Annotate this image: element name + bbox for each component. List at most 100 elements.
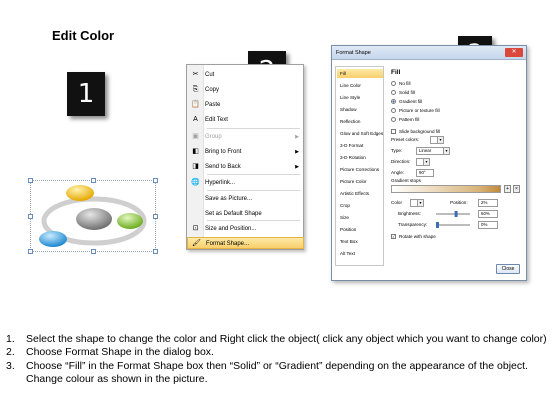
sidebar-item-line-color[interactable]: Line Color xyxy=(337,81,383,90)
resize-handle[interactable] xyxy=(153,178,158,183)
paste-icon: 📋 xyxy=(191,101,200,108)
context-menu: ✂ Cut ⎘ Copy 📋 Paste A Edit Text ▣ Group ▶ ◧ Bring t… xyxy=(186,64,304,250)
resize-handle[interactable] xyxy=(91,178,96,183)
menu-item-set-as-default-shape[interactable]: Set as Default Shape xyxy=(187,208,304,220)
menu-item-format-shape[interactable]: 🖌 Format Shape... xyxy=(187,237,304,249)
gradient-stops-label: Gradient stops xyxy=(391,178,421,183)
menu-separator xyxy=(207,174,300,175)
instruction-text: Choose Format Shape in the dialog box. xyxy=(26,346,214,359)
hyperlink-icon: 🌐 xyxy=(191,179,200,186)
edit-text-icon: A xyxy=(193,116,198,123)
instructions-list: 1. Select the shape to change the color a… xyxy=(6,333,554,386)
brightness-value: 60% xyxy=(481,211,490,216)
sidebar-item-crop[interactable]: Crop xyxy=(337,201,383,210)
step-1-badge: 1 xyxy=(67,72,105,116)
sidebar-item-3-d-rotation[interactable]: 3-D Rotation xyxy=(337,153,383,162)
menu-item-label: Hyperlink... xyxy=(205,180,236,186)
slider-thumb[interactable] xyxy=(454,211,458,217)
sidebar-item-size[interactable]: Size xyxy=(337,213,383,222)
menu-item-copy[interactable]: ⎘ Copy xyxy=(187,84,304,96)
resize-handle[interactable] xyxy=(28,249,33,254)
type-label: Type: xyxy=(391,148,403,153)
type-dropdown[interactable]: Linear ▾ xyxy=(416,147,450,155)
position-value: 2% xyxy=(481,200,488,205)
fill-option-picture-or-texture-fill[interactable]: Picture or texture fill xyxy=(391,107,440,114)
bring-to-front-icon: ◧ xyxy=(192,148,199,155)
cycle-diagram-graphic xyxy=(39,185,147,247)
color-picker-dropdown[interactable]: ▾ xyxy=(410,199,424,207)
fill-option-pattern-fill[interactable]: Pattern fill xyxy=(391,116,419,123)
close-icon[interactable]: ✕ xyxy=(505,48,523,57)
menu-item-send-to-back[interactable]: ◨ Send to Back ▶ xyxy=(187,161,304,173)
instruction-item: 3. Choose “Fill” in the Format Shape box … xyxy=(6,360,554,387)
brightness-slider[interactable] xyxy=(436,210,470,218)
menu-item-label: Copy xyxy=(205,87,220,93)
rotate-with-shape-checkbox[interactable]: ✓ Rotate with shape xyxy=(391,233,436,240)
color-label: Color xyxy=(391,200,402,205)
fill-option-solid-fill[interactable]: Solid fill xyxy=(391,89,415,96)
menu-item-cut[interactable]: ✂ Cut xyxy=(187,69,304,81)
resize-handle[interactable] xyxy=(153,249,158,254)
dialog-title: Format Shape xyxy=(332,46,526,60)
sidebar-item-artistic-effects[interactable]: Artistic Effects xyxy=(337,189,383,198)
sidebar-item-shadow[interactable]: Shadow xyxy=(337,105,383,114)
menu-item-label: Paste xyxy=(205,102,221,108)
fill-option-label: Solid fill xyxy=(399,90,415,95)
brightness-input[interactable]: 60% xyxy=(478,210,498,218)
add-stop-button[interactable]: + xyxy=(504,185,511,193)
position-label: Position: xyxy=(450,200,468,205)
angle-input[interactable]: 90° xyxy=(416,169,434,177)
menu-item-size-and-position[interactable]: ⊡ Size and Position... xyxy=(187,223,304,235)
slide-background-fill-checkbox[interactable]: Slide background fill xyxy=(391,128,440,135)
position-input[interactable]: 2% xyxy=(478,199,498,207)
direction-label: Direction: xyxy=(391,159,411,164)
gradient-stops-bar[interactable] xyxy=(391,185,501,193)
sidebar-item-position[interactable]: Position xyxy=(337,225,383,234)
scissors-icon: ✂ xyxy=(192,71,199,78)
menu-separator xyxy=(207,128,300,129)
direction-dropdown[interactable]: ▾ xyxy=(416,158,430,166)
instruction-number: 1. xyxy=(6,333,15,345)
remove-stop-button[interactable]: × xyxy=(513,185,520,193)
instruction-item: 1. Select the shape to change the color a… xyxy=(6,333,554,346)
resize-handle[interactable] xyxy=(153,214,158,219)
size-position-icon: ⊡ xyxy=(192,225,199,232)
preset-colors-dropdown[interactable]: ▾ xyxy=(430,136,444,144)
selected-shape[interactable] xyxy=(28,178,158,254)
menu-item-hyperlink[interactable]: 🌐 Hyperlink... xyxy=(187,177,304,189)
sidebar-item-text-box[interactable]: Text Box xyxy=(337,237,383,246)
menu-item-group[interactable]: ▣ Group ▶ xyxy=(187,131,304,143)
radio-selected-icon xyxy=(391,99,396,105)
menu-item-label: Set as Default Shape xyxy=(205,211,262,217)
instruction-text: Choose “Fill” in the Format Shape box th… xyxy=(26,359,528,385)
sidebar-item-picture-color[interactable]: Picture Color xyxy=(337,177,383,186)
sidebar-item-picture-corrections[interactable]: Picture Corrections xyxy=(337,165,383,174)
fill-option-no-fill[interactable]: No fill xyxy=(391,80,411,87)
menu-item-edit-text[interactable]: A Edit Text xyxy=(187,114,304,126)
fill-option-gradient-fill[interactable]: Gradient fill xyxy=(391,98,422,105)
copy-icon: ⎘ xyxy=(192,86,199,93)
resize-handle[interactable] xyxy=(28,178,33,183)
menu-item-label: Save as Picture... xyxy=(205,196,253,202)
transparency-input[interactable]: 0% xyxy=(478,221,498,229)
sidebar-item-3-d-format[interactable]: 3-D Format xyxy=(337,141,383,150)
chevron-down-icon: ▾ xyxy=(423,159,429,165)
checkbox-icon xyxy=(391,129,396,135)
menu-item-save-as-picture[interactable]: Save as Picture... xyxy=(187,193,304,205)
menu-item-paste[interactable]: 📋 Paste xyxy=(187,99,304,111)
page-title: Edit Color xyxy=(52,28,115,43)
transparency-slider[interactable] xyxy=(436,221,470,229)
sidebar-item-line-style[interactable]: Line Style xyxy=(337,93,383,102)
close-button[interactable]: Close xyxy=(496,264,520,274)
menu-item-bring-to-front[interactable]: ◧ Bring to Front ▶ xyxy=(187,146,304,158)
slider-thumb[interactable] xyxy=(436,222,439,228)
resize-handle[interactable] xyxy=(28,214,33,219)
instruction-item: 2. Choose Format Shape in the dialog box. xyxy=(6,346,554,359)
sidebar-item-reflection[interactable]: Reflection xyxy=(337,117,383,126)
sidebar-item-fill[interactable]: Fill xyxy=(337,69,383,78)
angle-label: Angle: xyxy=(391,170,405,175)
sidebar-item-alt-text[interactable]: Alt Text xyxy=(337,249,383,258)
sidebar-item-glow-and-soft-edges[interactable]: Glow and Soft Edges xyxy=(337,129,383,138)
checkbox-label: Rotate with shape xyxy=(399,234,436,239)
resize-handle[interactable] xyxy=(91,249,96,254)
